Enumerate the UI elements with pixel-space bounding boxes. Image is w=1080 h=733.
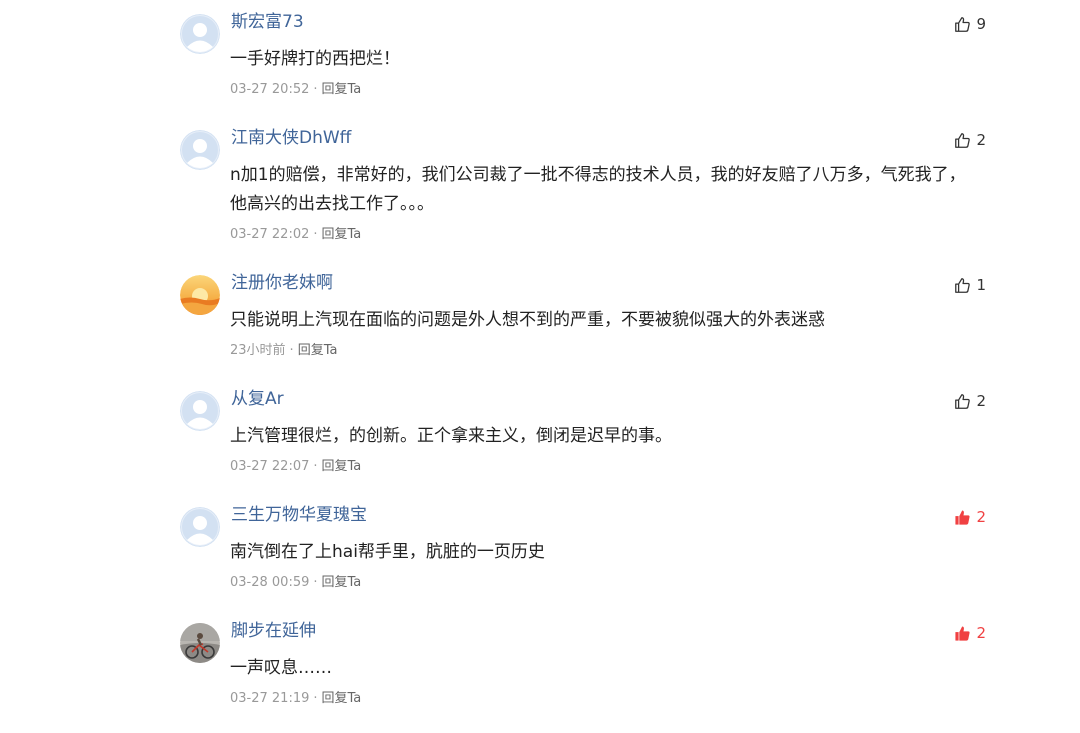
comment-item: 从复Ar 上汽管理很烂，的创新。正个拿来主义，倒闭是迟早的事。 03-27 22… — [180, 377, 990, 487]
comment-text: 上汽管理很烂，的创新。正个拿来主义，倒闭是迟早的事。 — [230, 426, 672, 446]
comment-text: n加1的赔偿，非常好的，我们公司裁了一批不得志的技术人员，我的好友赔了八万多，气… — [230, 165, 966, 214]
comment-item: 注册你老妹啊 只能说明上汽现在面临的问题是外人想不到的严重，不要被貌似强大的外表… — [180, 261, 990, 371]
comment-username[interactable]: 注册你老妹啊 — [231, 272, 333, 294]
thumbs-up-icon — [955, 393, 971, 409]
like-button[interactable]: 2 — [954, 623, 986, 643]
sunset-avatar-icon[interactable] — [180, 275, 220, 315]
comment-item: 斯宏富73 一手好牌打的西把烂！ 03-27 20:52 · 回复Ta 9 — [180, 0, 990, 110]
default-avatar-icon[interactable] — [180, 130, 220, 170]
comment-username[interactable]: 从复Ar — [231, 388, 284, 410]
comment-username[interactable]: 脚步在延伸 — [231, 620, 316, 642]
like-button[interactable]: 9 — [954, 14, 986, 34]
photo-avatar-icon[interactable] — [180, 623, 220, 663]
comment-username[interactable]: 三生万物华夏瑰宝 — [231, 504, 367, 526]
comment-item: 三生万物华夏瑰宝 南汽倒在了上hai帮手里，肮脏的一页历史 03-28 00:5… — [180, 493, 990, 603]
comment-text: 只能说明上汽现在面临的问题是外人想不到的严重，不要被貌似强大的外表迷惑 — [230, 310, 825, 330]
comment-time: 03-27 22:07 — [230, 459, 310, 474]
default-avatar-icon[interactable] — [180, 391, 220, 431]
meta-separator: · — [313, 691, 318, 706]
comment-text: 南汽倒在了上hai帮手里，肮脏的一页历史 — [230, 542, 545, 562]
thumbs-up-filled-icon — [955, 510, 971, 525]
comment-meta: 03-27 21:19 · 回复Ta — [230, 690, 361, 708]
reply-button[interactable]: 回复Ta — [298, 343, 338, 358]
like-count: 2 — [976, 131, 986, 149]
like-button[interactable]: 2 — [954, 507, 986, 527]
reply-button[interactable]: 回复Ta — [322, 575, 362, 590]
comment-text: 一手好牌打的西把烂！ — [230, 49, 400, 69]
comment-meta: 03-27 22:07 · 回复Ta — [230, 458, 361, 476]
reply-button[interactable]: 回复Ta — [322, 691, 362, 706]
default-avatar-icon[interactable] — [180, 507, 220, 547]
thumbs-up-filled-icon — [955, 626, 971, 641]
meta-separator: · — [313, 227, 318, 242]
like-count: 2 — [976, 508, 986, 526]
comment-time: 03-27 21:19 — [230, 691, 310, 706]
comment-item: 脚步在延伸 一声叹息…… 03-27 21:19 · 回复Ta 2 — [180, 609, 990, 719]
meta-separator: · — [289, 343, 294, 358]
like-count: 2 — [976, 392, 986, 410]
like-count: 1 — [976, 276, 986, 294]
comment-time: 23小时前 — [230, 343, 286, 358]
reply-button[interactable]: 回复Ta — [322, 227, 362, 242]
like-count: 9 — [976, 15, 986, 33]
comment-username[interactable]: 斯宏富73 — [231, 11, 304, 33]
like-button[interactable]: 2 — [954, 130, 986, 150]
thumbs-up-icon — [955, 277, 971, 293]
reply-button[interactable]: 回复Ta — [322, 459, 362, 474]
comment-username[interactable]: 江南大侠DhWff — [231, 127, 351, 149]
comment-text: 一声叹息…… — [230, 658, 332, 678]
like-count: 2 — [976, 624, 986, 642]
meta-separator: · — [313, 459, 318, 474]
thumbs-up-icon — [955, 16, 971, 32]
comment-time: 03-27 22:02 — [230, 227, 310, 242]
default-avatar-icon[interactable] — [180, 14, 220, 54]
comment-meta: 03-27 22:02 · 回复Ta — [230, 226, 361, 244]
comment-meta: 23小时前 · 回复Ta — [230, 342, 337, 360]
thumbs-up-icon — [955, 132, 971, 148]
reply-button[interactable]: 回复Ta — [322, 82, 362, 97]
comment-time: 03-27 20:52 — [230, 82, 310, 97]
comment-meta: 03-28 00:59 · 回复Ta — [230, 574, 361, 592]
like-button[interactable]: 1 — [954, 275, 986, 295]
comment-meta: 03-27 20:52 · 回复Ta — [230, 81, 361, 99]
comment-item: 江南大侠DhWff n加1的赔偿，非常好的，我们公司裁了一批不得志的技术人员，我… — [180, 116, 990, 256]
comment-time: 03-28 00:59 — [230, 575, 310, 590]
meta-separator: · — [313, 575, 318, 590]
meta-separator: · — [313, 82, 318, 97]
like-button[interactable]: 2 — [954, 391, 986, 411]
